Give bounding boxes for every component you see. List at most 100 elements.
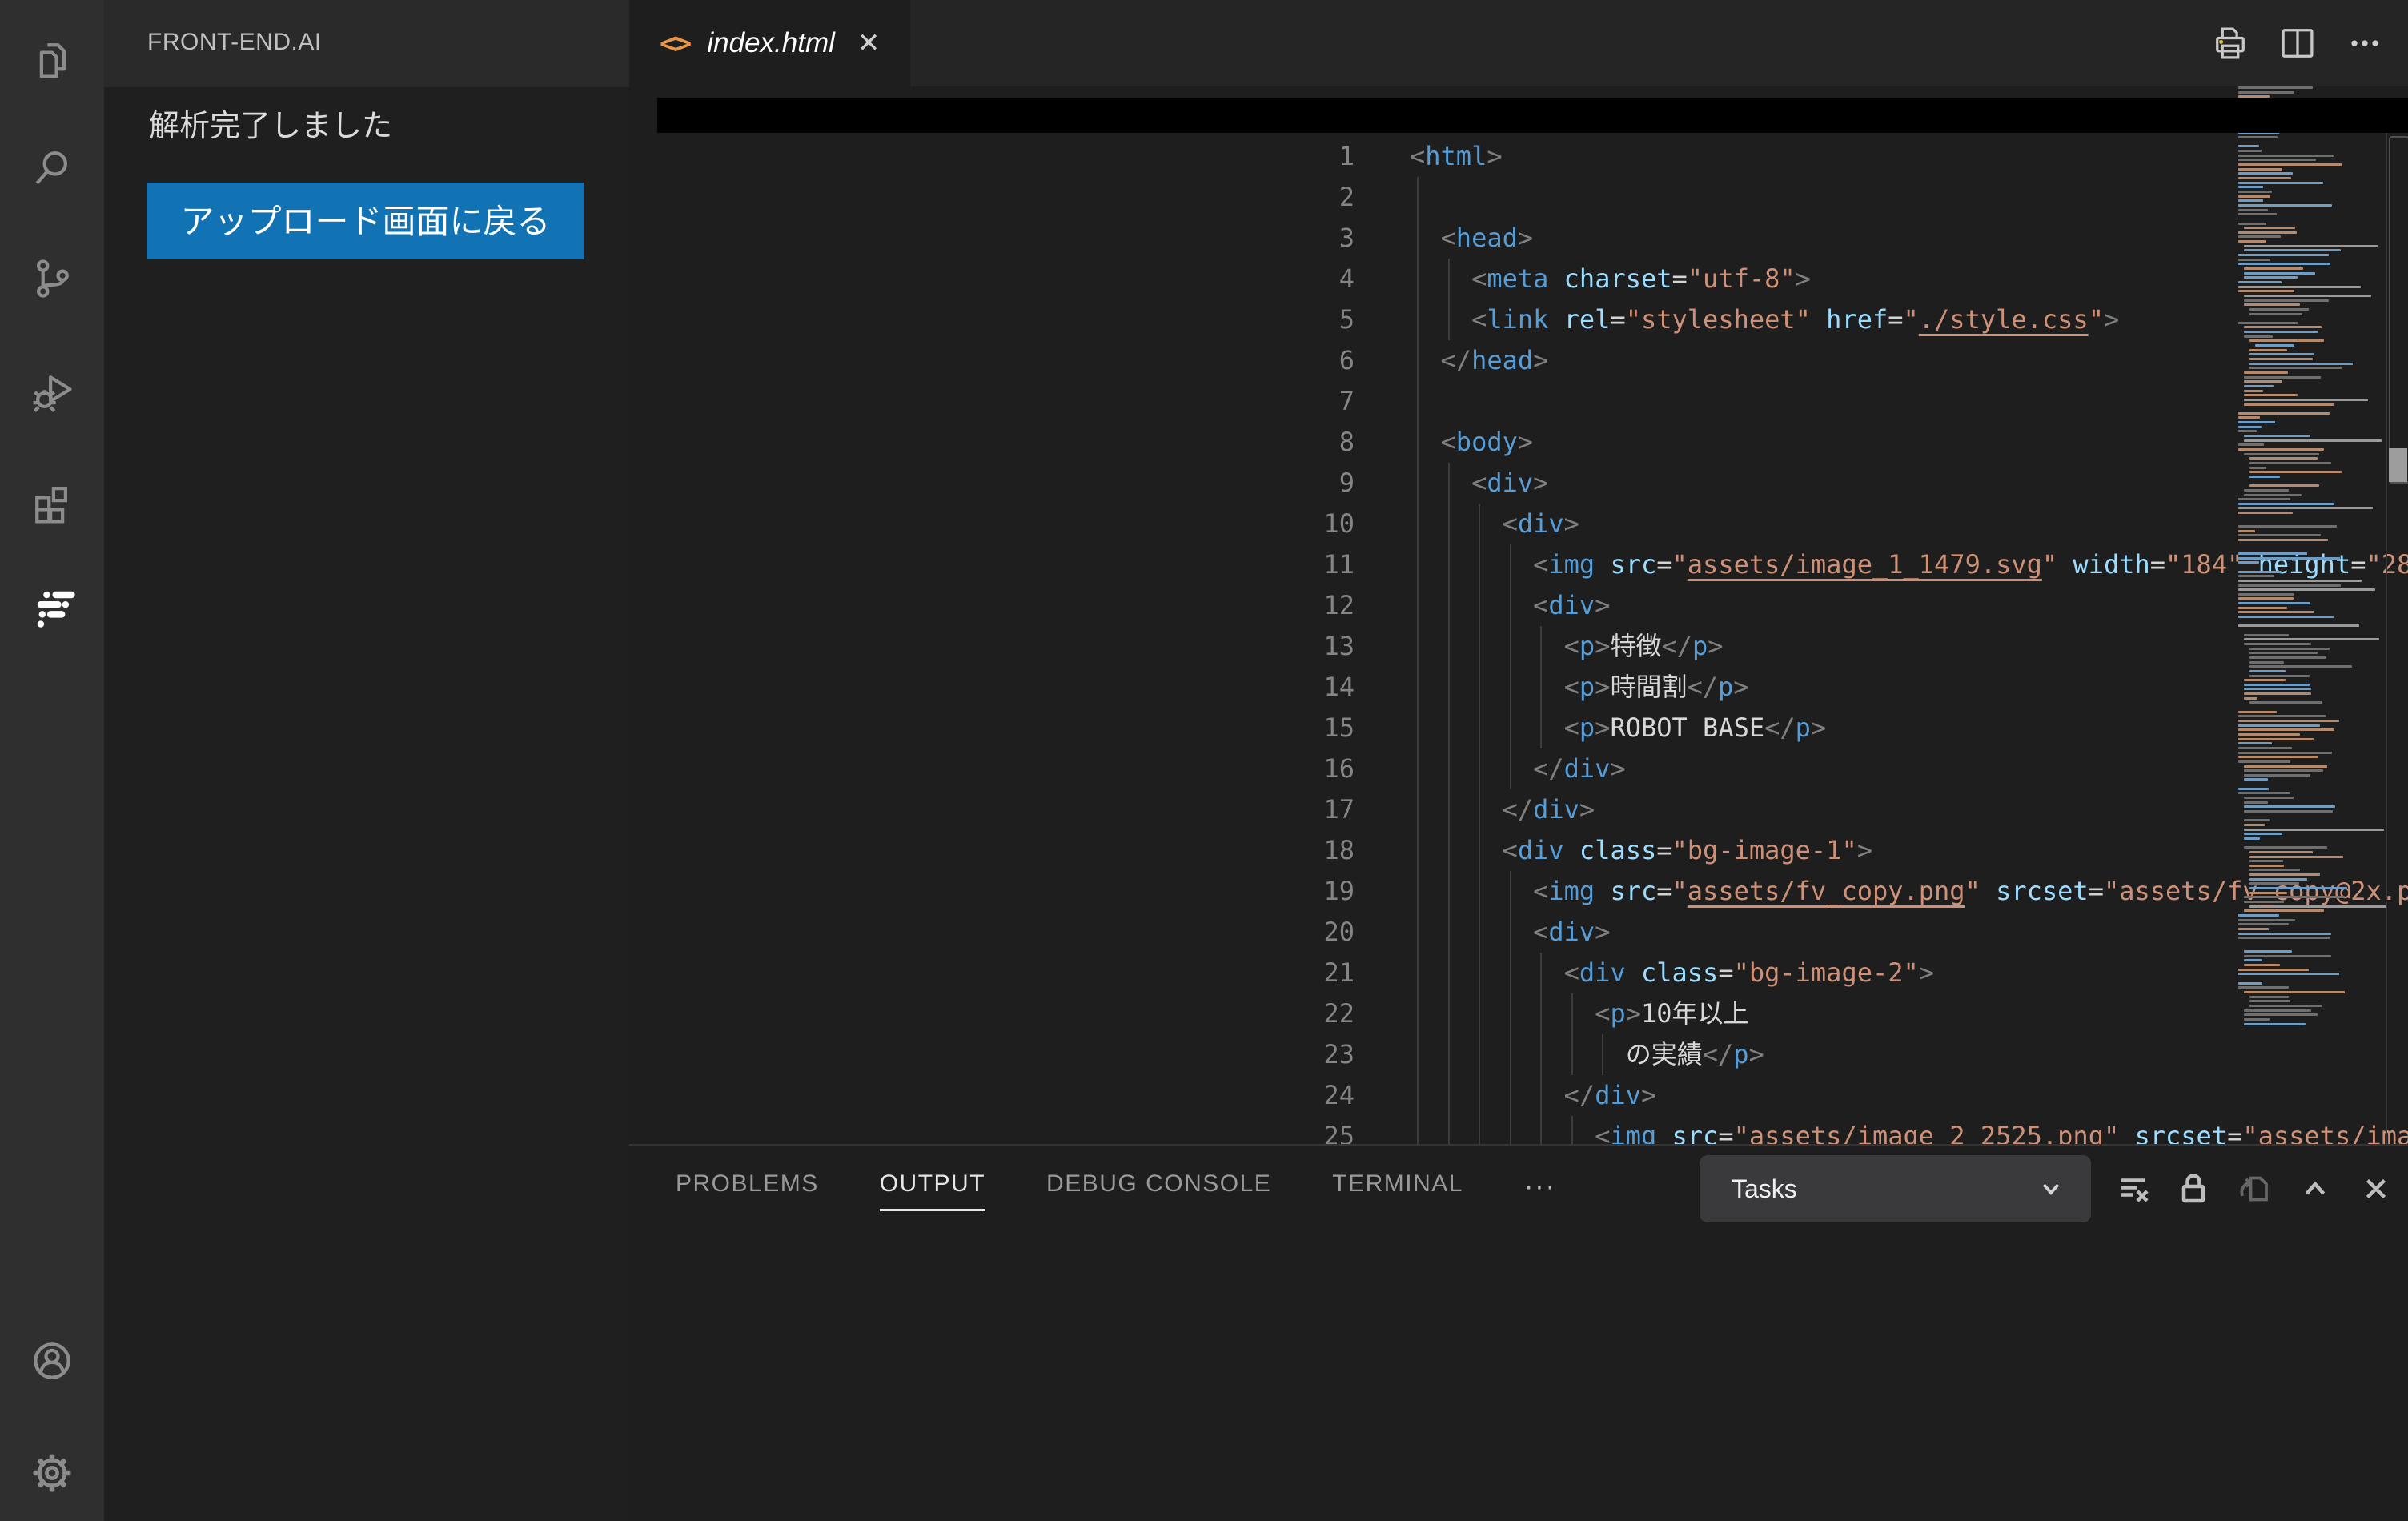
minimap-line bbox=[2244, 765, 2327, 768]
activity-bar-item-search[interactable] bbox=[28, 144, 76, 192]
line-number: 6 bbox=[1258, 340, 1354, 381]
minimap-line bbox=[2244, 403, 2334, 406]
gear-icon bbox=[28, 1487, 76, 1500]
minimap-line bbox=[2244, 1023, 2306, 1025]
editor-region: <> index.html ✕ 1<html>23 <head>4 <meta … bbox=[629, 0, 2408, 1144]
minimap-line bbox=[2238, 199, 2263, 202]
tab-index-html[interactable]: <> index.html ✕ bbox=[629, 0, 910, 86]
minimap-line bbox=[2244, 267, 2303, 270]
code-text: <p>時間割</p> bbox=[1410, 667, 1749, 708]
panel-tab-problems[interactable]: PROBLEMS bbox=[676, 1170, 819, 1211]
minimap-line bbox=[2249, 670, 2286, 672]
minimap-line bbox=[2244, 769, 2323, 772]
minimap-line bbox=[2249, 865, 2284, 867]
minimap-line bbox=[2238, 928, 2269, 930]
minimap-line bbox=[2244, 833, 2282, 835]
lock-icon bbox=[2174, 1198, 2213, 1211]
lock-scrolling-button[interactable] bbox=[2174, 1170, 2213, 1208]
minimap[interactable] bbox=[2233, 86, 2386, 1031]
minimap-line bbox=[2238, 571, 2282, 573]
search-icon bbox=[28, 182, 76, 195]
back-to-upload-button[interactable]: アップロード画面に戻る bbox=[147, 183, 584, 259]
minimap-line bbox=[2238, 150, 2262, 152]
panel-tab-debug-console[interactable]: DEBUG CONSOLE bbox=[1046, 1170, 1271, 1211]
minimap-line bbox=[2238, 724, 2320, 727]
minimap-line bbox=[2238, 624, 2359, 627]
minimap-line bbox=[2244, 964, 2280, 966]
code-text: </div> bbox=[1410, 1075, 1656, 1116]
minimap-line bbox=[2244, 679, 2286, 681]
minimap-line bbox=[2238, 611, 2314, 613]
minimap-line bbox=[2238, 235, 2281, 238]
activity-bar-item-front-end-ai[interactable] bbox=[28, 583, 76, 631]
activity-bar-item-run-debug[interactable] bbox=[28, 368, 76, 416]
activity-bar-item-source-control[interactable] bbox=[28, 255, 76, 303]
minimap-line bbox=[2249, 484, 2319, 487]
panel-tab-terminal[interactable]: TERMINAL bbox=[1332, 1170, 1463, 1211]
line-number: 14 bbox=[1258, 667, 1354, 708]
minimap-line bbox=[2238, 213, 2277, 215]
minimap-line bbox=[2238, 588, 2375, 591]
minimap-line bbox=[2238, 195, 2270, 198]
minimap-line bbox=[2244, 326, 2322, 328]
minimap-line bbox=[2238, 593, 2294, 596]
close-panel-button[interactable] bbox=[2357, 1170, 2395, 1208]
activity-bar-item-explorer[interactable] bbox=[28, 36, 76, 84]
minimap-line bbox=[2244, 837, 2260, 840]
minimap-line bbox=[2238, 136, 2278, 138]
chevron-up-icon bbox=[2296, 1198, 2334, 1211]
minimap-line bbox=[2238, 416, 2260, 419]
minimap-line bbox=[2244, 385, 2274, 387]
code-text: </div> bbox=[1410, 789, 1595, 830]
minimap-line bbox=[2238, 756, 2318, 758]
editor-tab-bar: <> index.html ✕ bbox=[629, 0, 2408, 86]
minimap-line bbox=[2238, 752, 2332, 754]
print-button[interactable] bbox=[2209, 22, 2251, 64]
minimap-line bbox=[2249, 349, 2287, 351]
minimap-line bbox=[2238, 580, 2362, 582]
code-text: <p>10年以上 bbox=[1410, 993, 1749, 1034]
line-number: 5 bbox=[1258, 299, 1354, 340]
close-icon bbox=[2357, 1198, 2395, 1211]
minimap-line bbox=[2249, 457, 2318, 460]
line-number: 3 bbox=[1258, 218, 1354, 259]
close-icon[interactable]: ✕ bbox=[857, 27, 881, 59]
minimap-line bbox=[2244, 399, 2368, 401]
activity-bar-item-extensions[interactable] bbox=[28, 478, 76, 526]
minimap-line bbox=[2249, 363, 2353, 365]
printer-icon bbox=[2209, 54, 2251, 67]
code-text: <p>ROBOT BASE</p> bbox=[1410, 708, 1826, 748]
minimap-line bbox=[2238, 254, 2329, 256]
maximize-panel-button[interactable] bbox=[2296, 1170, 2334, 1208]
vertical-scrollbar-thumb[interactable] bbox=[2389, 136, 2408, 484]
minimap-line bbox=[2238, 430, 2257, 432]
minimap-line bbox=[2238, 145, 2259, 147]
panel-tab-output[interactable]: OUTPUT bbox=[880, 1170, 985, 1211]
activity-bar-item-account[interactable] bbox=[28, 1337, 76, 1385]
line-number: 15 bbox=[1258, 708, 1354, 748]
minimap-line bbox=[2238, 584, 2341, 587]
split-editor-button[interactable] bbox=[2277, 22, 2318, 64]
code-line: 25 <img src="assets/image_2_2525.png" sr… bbox=[1258, 1116, 2408, 1144]
minimap-line bbox=[2238, 525, 2337, 528]
code-text: <meta charset="utf-8"> bbox=[1410, 259, 1811, 299]
activity-bar-item-settings[interactable] bbox=[28, 1449, 76, 1497]
open-in-editor-button[interactable] bbox=[2235, 1170, 2274, 1208]
minimap-line bbox=[2238, 534, 2321, 536]
split-editor-icon bbox=[2277, 54, 2318, 67]
output-channel-select[interactable]: Tasks bbox=[1700, 1155, 2091, 1222]
minimap-line bbox=[2238, 607, 2287, 609]
line-number: 24 bbox=[1258, 1075, 1354, 1116]
minimap-line bbox=[2238, 982, 2262, 985]
minimap-line bbox=[2238, 503, 2334, 505]
minimap-line bbox=[2244, 335, 2273, 338]
line-number: 22 bbox=[1258, 993, 1354, 1034]
line-number: 4 bbox=[1258, 259, 1354, 299]
source-control-icon bbox=[28, 292, 76, 306]
minimap-line bbox=[2244, 390, 2263, 392]
minimap-line bbox=[2244, 371, 2288, 374]
panel-overflow-button[interactable]: ··· bbox=[1524, 1171, 1556, 1210]
clear-output-button[interactable] bbox=[2113, 1170, 2152, 1208]
minimap-line bbox=[2249, 339, 2324, 342]
more-actions-button[interactable] bbox=[2344, 22, 2386, 64]
